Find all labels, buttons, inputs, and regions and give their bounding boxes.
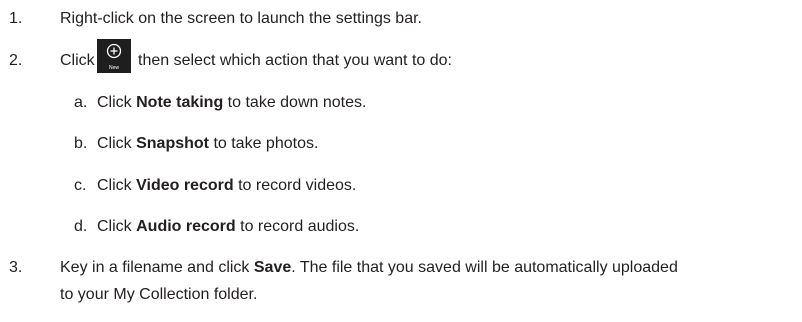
step-text: Key in a filename and click Save. The fi… (60, 258, 678, 278)
plus-circle-icon (106, 43, 122, 59)
step-number: 1. (9, 10, 23, 27)
substep-letter: b. (74, 135, 88, 152)
step-text-line2: to your My Collection folder. (60, 286, 258, 303)
substep-bold: Video record (136, 177, 234, 194)
substep-pre: Click (97, 94, 137, 111)
substep-post: to take down notes. (223, 94, 367, 111)
substep-post: to take photos. (209, 135, 319, 152)
substep-bold: Note taking (136, 94, 224, 111)
substep-pre: Click (97, 218, 137, 235)
icon-caption: New (108, 65, 119, 71)
new-plus-icon: New (97, 39, 131, 73)
step-bold: Save (253, 259, 292, 276)
substep-post: to record videos. (233, 177, 357, 194)
substep-letter: d. (74, 218, 88, 235)
substep-post: to record audios. (235, 218, 360, 235)
step-text-after-icon: then select which action that you want t… (138, 52, 452, 69)
substep-pre: Click (97, 177, 137, 194)
step-number: 3. (9, 259, 23, 276)
substep-text: Click Audio record to record audios. (97, 217, 359, 237)
step-post: . The file that you saved will be automa… (291, 259, 678, 276)
substep-bold: Audio record (136, 218, 236, 235)
step-pre: Key in a filename and click (60, 259, 254, 276)
substep-letter: c. (74, 177, 87, 194)
substep-bold: Snapshot (136, 135, 209, 152)
step-text: Right-click on the screen to launch the … (60, 10, 422, 27)
substep-letter: a. (74, 94, 88, 111)
substep-text: Click Video record to record videos. (97, 176, 356, 196)
substep-text: Click Snapshot to take photos. (97, 134, 318, 154)
step-number: 2. (9, 52, 23, 69)
substep-pre: Click (97, 135, 137, 152)
substep-text: Click Note taking to take down notes. (97, 93, 366, 113)
step-text-before-icon: Click (60, 52, 95, 69)
